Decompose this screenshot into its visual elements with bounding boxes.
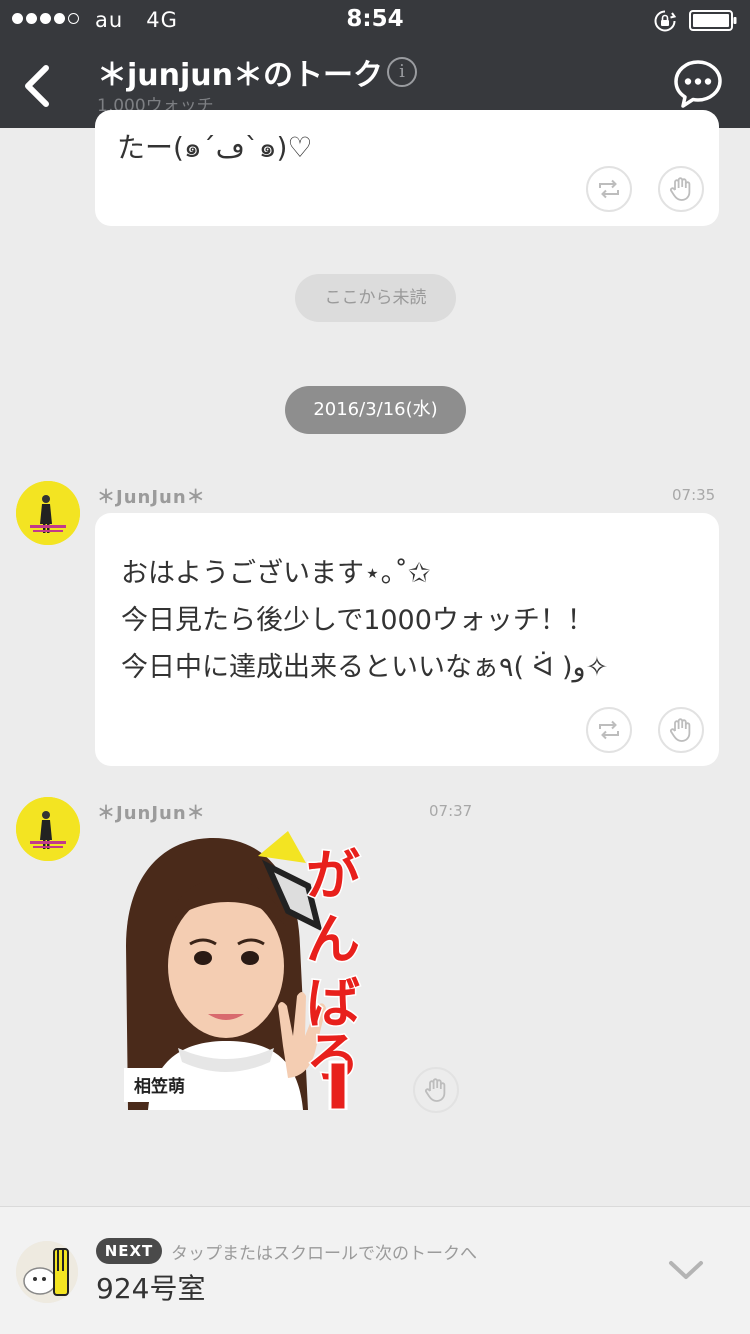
avatar[interactable] — [16, 481, 80, 545]
like-button[interactable] — [658, 166, 704, 212]
rotation-lock-icon — [654, 10, 677, 32]
message-time: 07:37 — [429, 802, 473, 820]
status-time: 8:54 — [346, 6, 404, 32]
date-marker: 2016/3/16(水) — [285, 386, 466, 434]
next-room-avatar — [16, 1241, 78, 1303]
battery-icon — [689, 10, 737, 31]
sticker-illustration: 相笠萌 が ん ば ろ — [124, 831, 370, 1112]
next-talk-bar[interactable]: NEXT タップまたはスクロールで次のトークへ 924号室 — [0, 1206, 750, 1334]
next-badge: NEXT — [96, 1238, 162, 1264]
like-button[interactable] — [413, 1067, 459, 1113]
sticker-caption-char: が — [306, 844, 360, 907]
info-icon[interactable]: i — [387, 57, 417, 87]
repost-icon — [599, 179, 619, 199]
message-card: たー(๑´ڡ`๑)♡ — [95, 110, 719, 226]
repost-button[interactable] — [586, 166, 632, 212]
avatar-image — [16, 481, 80, 545]
status-bar: au 4G 8:54 — [0, 0, 750, 40]
message-text: たー(๑´ڡ`๑)♡ — [117, 131, 313, 164]
message-author: ＊JunJun＊ — [97, 487, 206, 508]
chat-bubble-dots-icon[interactable] — [672, 58, 724, 110]
message-card: おはようございます⋆｡˚✩ 今日見たら後少しで1000ウォッチ！！ 今日中に達成… — [95, 513, 719, 766]
page-title: ＊junjun＊のトーク — [97, 58, 383, 93]
sticker-caption: が ん ば ろ — [306, 844, 370, 1089]
sticker-caption-char: ん — [306, 908, 360, 971]
unread-marker: ここから未読 — [295, 274, 456, 322]
hand-icon — [670, 718, 691, 742]
next-room-title: 924号室 — [96, 1272, 206, 1305]
message-line: 今日見たら後少しで1000ウォッチ！！ — [121, 605, 594, 636]
message-line: 今日中に達成出来るといいなぁ٩( ᐛ )و✧ — [121, 652, 609, 683]
message-line: おはようございます⋆｡˚✩ — [121, 558, 431, 589]
cat-avatar-image — [16, 1241, 78, 1303]
back-button[interactable] — [18, 62, 58, 110]
repost-button[interactable] — [586, 707, 632, 753]
avatar-image — [16, 797, 80, 861]
like-button[interactable] — [658, 707, 704, 753]
chevron-down-icon[interactable] — [668, 1259, 704, 1281]
hand-icon — [425, 1078, 446, 1102]
sticker-name-tag: 相笠萌 — [134, 1076, 185, 1097]
message-author: ＊JunJun＊ — [97, 803, 206, 824]
repost-icon — [599, 720, 619, 740]
message-time: 07:35 — [672, 486, 716, 504]
sticker-caption-dash — [328, 1060, 348, 1112]
next-hint: タップまたはスクロールで次のトークへ — [171, 1244, 477, 1264]
avatar[interactable] — [16, 797, 80, 861]
sticker-image[interactable]: 相笠萌 が ん ば ろ — [108, 826, 370, 1112]
hand-icon — [670, 177, 691, 201]
